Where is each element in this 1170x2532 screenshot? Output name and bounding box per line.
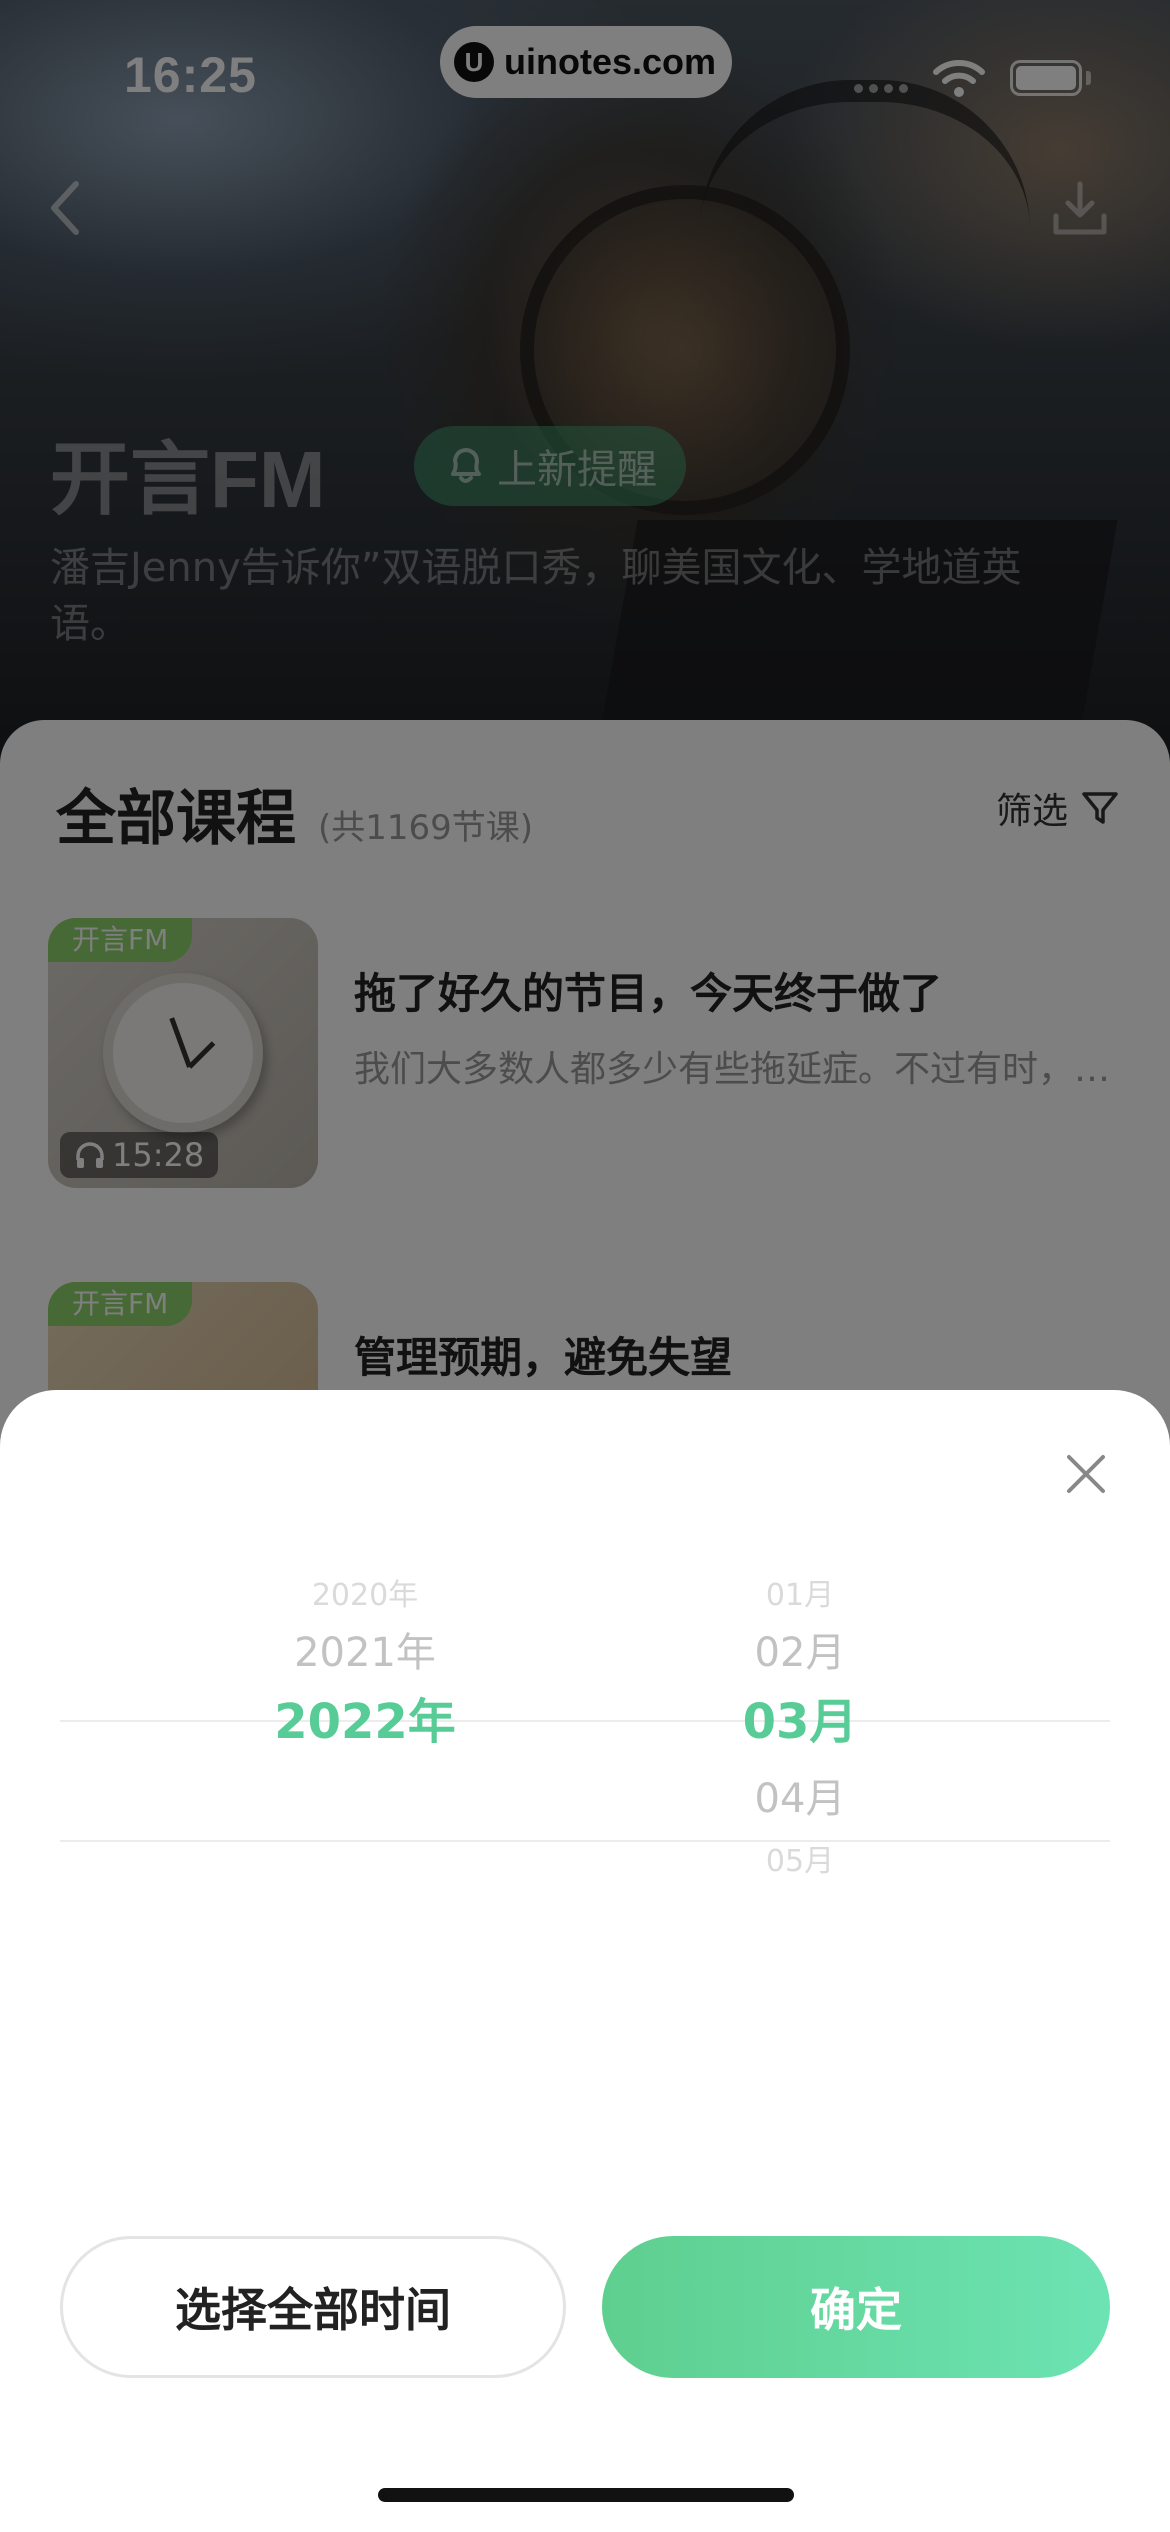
year-option[interactable]: 2020年 — [165, 1570, 565, 1614]
select-all-time-button[interactable]: 选择全部时间 — [60, 2236, 566, 2378]
close-icon[interactable] — [1064, 1452, 1108, 1496]
month-option[interactable]: 04月 — [600, 1766, 1000, 1824]
month-option[interactable]: 01月 — [600, 1570, 1000, 1614]
confirm-button[interactable]: 确定 — [602, 2236, 1110, 2378]
year-option[interactable]: 2021年 — [165, 1620, 565, 1678]
date-wheel-picker[interactable]: 2020年 2021年 2022年 01月 02月 03月 04月 05月 — [60, 1540, 1110, 1960]
year-option-selected[interactable]: 2022年 — [165, 1682, 565, 1752]
home-indicator — [378, 2488, 794, 2502]
month-option[interactable]: 02月 — [600, 1620, 1000, 1678]
month-option[interactable]: 05月 — [600, 1836, 1000, 1880]
date-picker-sheet: 2020年 2021年 2022年 01月 02月 03月 04月 05月 选择… — [0, 1390, 1170, 2532]
month-wheel[interactable]: 01月 02月 03月 04月 05月 — [600, 1540, 1000, 1960]
month-option-selected[interactable]: 03月 — [600, 1682, 1000, 1752]
year-wheel[interactable]: 2020年 2021年 2022年 — [165, 1540, 565, 1960]
